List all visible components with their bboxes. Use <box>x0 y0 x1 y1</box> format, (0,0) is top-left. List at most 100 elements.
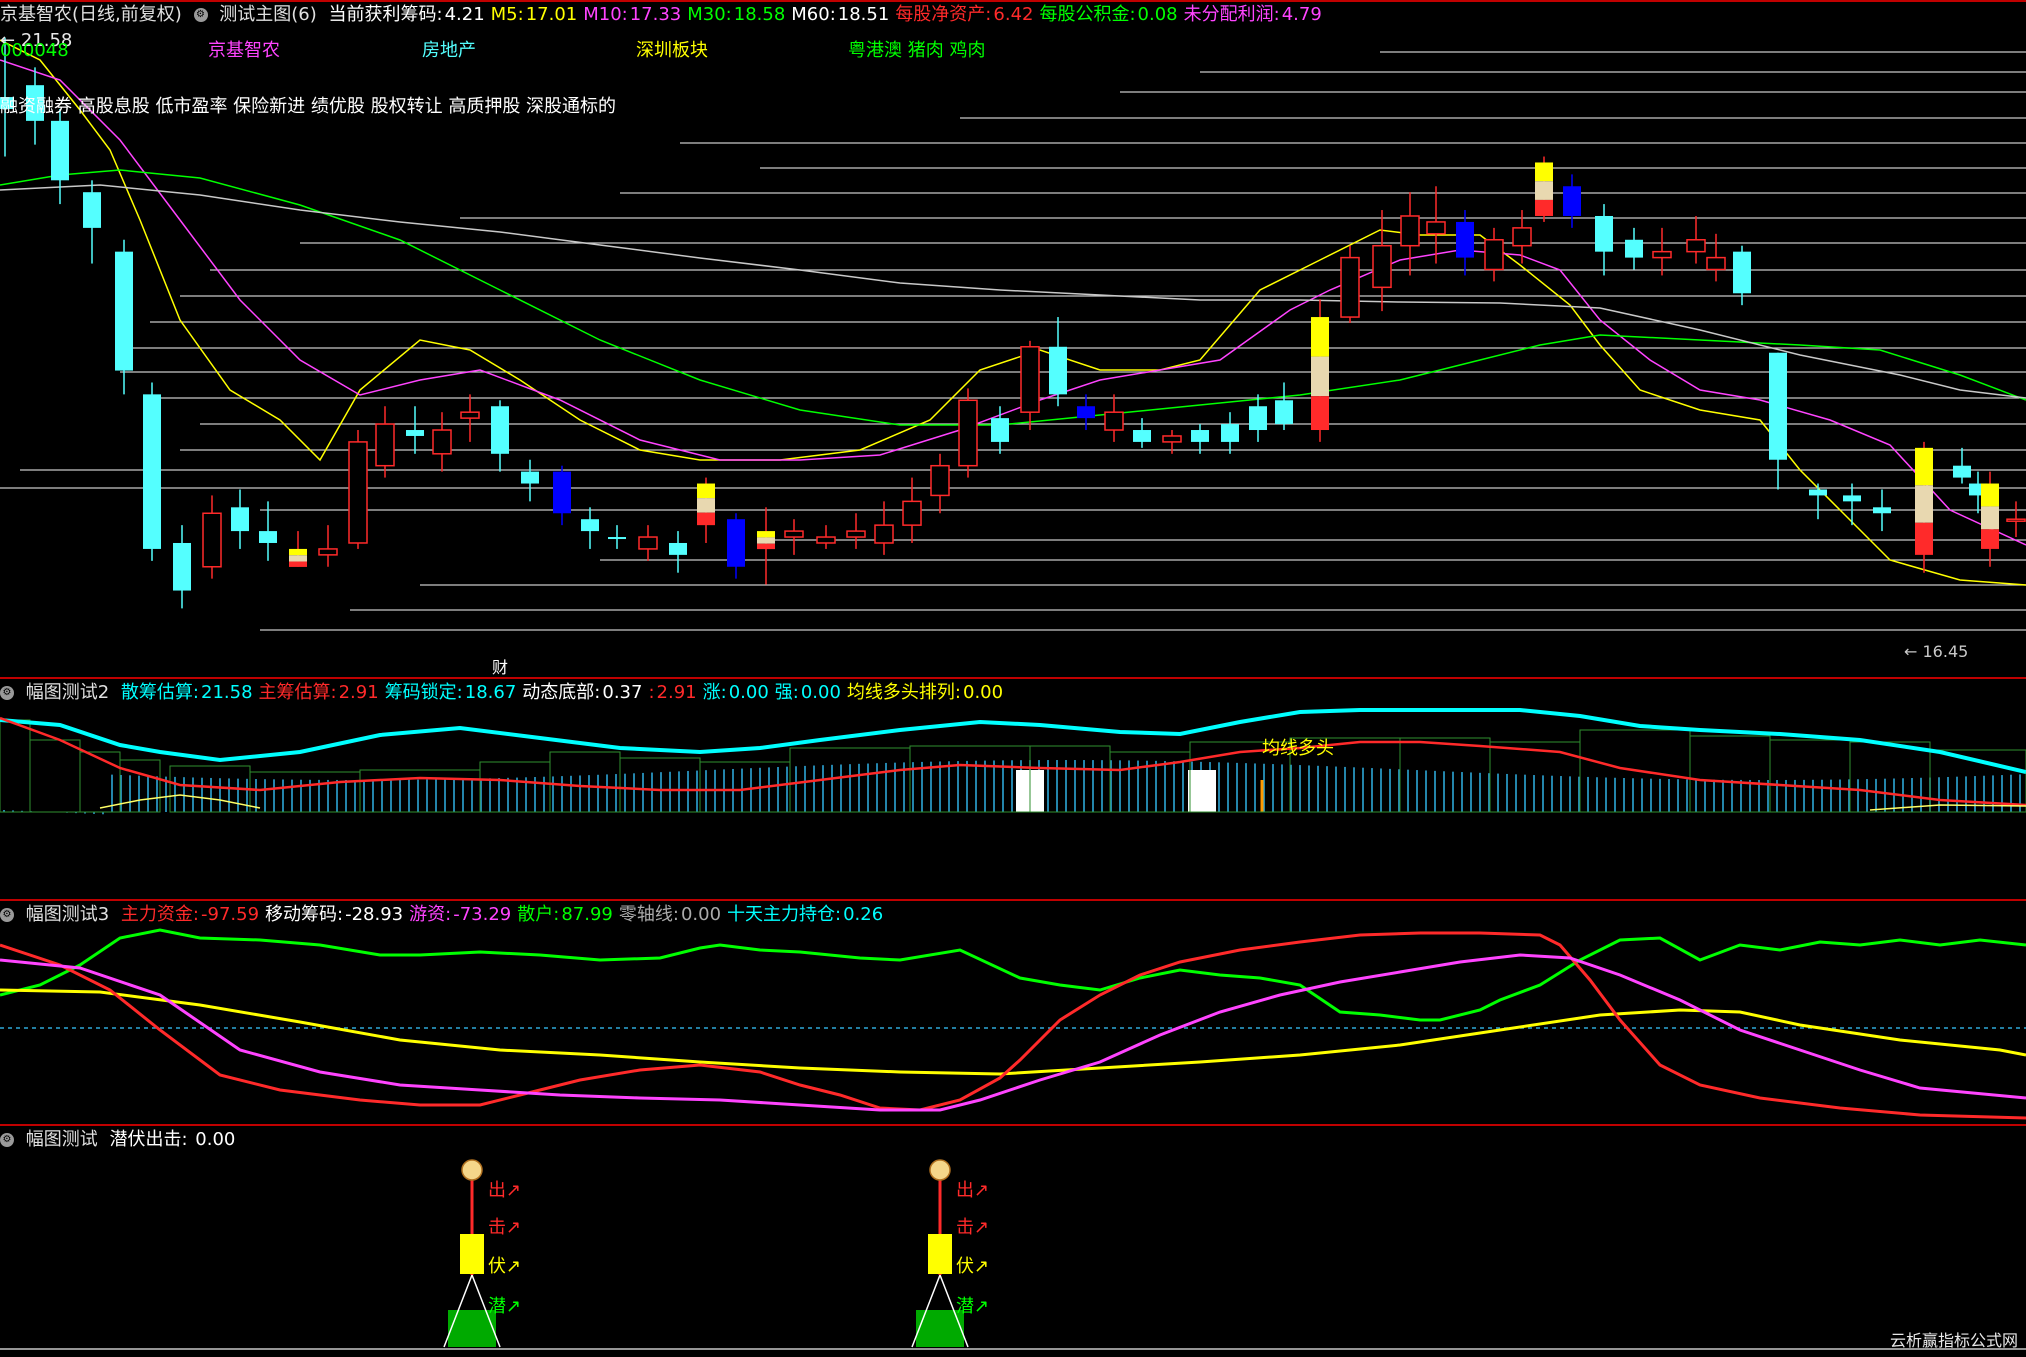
signal-word: 出↗ <box>488 1180 521 1201</box>
candle-body-down <box>173 542 191 591</box>
candle-body-up <box>638 536 658 550</box>
financial-report-marker[interactable]: 财 <box>492 657 508 679</box>
signal-word: 伏↗ <box>488 1256 521 1277</box>
candle-body-up <box>375 423 395 467</box>
panel2-name[interactable]: 幅图测试2 <box>26 682 109 703</box>
stock-title[interactable]: 京基智农(日线,前复权) <box>0 4 182 25</box>
candle-body-up <box>958 399 978 467</box>
candle-body-up <box>874 524 894 544</box>
candle-body-highlight <box>697 498 715 513</box>
candle-body-up <box>1652 250 1672 259</box>
panel3-name[interactable]: 幅图测试3 <box>26 904 109 925</box>
hot-money-line <box>0 953 2026 1112</box>
candle-body-down <box>521 471 539 484</box>
candle-body-down <box>1733 251 1751 294</box>
panel3-label-1: 移动筹码: <box>265 904 344 925</box>
candle-body-down <box>1191 430 1209 442</box>
candle-body-highlight <box>1981 483 1999 507</box>
panel3-label-5: 十天主力持仓: <box>727 904 842 925</box>
sector-concepts: 粤港澳 猪肉 鸡肉 <box>848 40 986 61</box>
main-field-value-5: 6.42 <box>993 4 1034 25</box>
panel3-value-4: 0.00 <box>680 904 722 925</box>
main-field-label-6: 每股公积金: <box>1039 4 1136 25</box>
candle-body-down <box>1456 221 1474 258</box>
settings-icon[interactable]: ⚙ <box>193 8 208 22</box>
sector-region: 深圳板块 <box>636 40 708 61</box>
main-field-label-4: M60: <box>791 4 836 25</box>
panel2-value-2: 18.67 <box>464 682 517 703</box>
candle-body-down <box>553 471 571 514</box>
candle-body-down <box>1809 489 1827 496</box>
sector-company: 京基智农 <box>208 40 280 61</box>
candle-body-highlight <box>757 531 775 538</box>
main-field-value-6: 0.08 <box>1137 4 1178 25</box>
chip-frame <box>29 739 81 813</box>
candlestick-series <box>0 37 2026 609</box>
ambush-signal-block <box>928 1234 952 1274</box>
candle-body-up <box>930 464 950 497</box>
panel2-label-2: 筹码锁定: <box>384 682 463 703</box>
chip-frame <box>1399 737 1491 813</box>
candle-body-down <box>991 418 1009 442</box>
signal-word: 潜↗ <box>956 1296 989 1317</box>
main-field-label-0: 当前获利筹码: <box>328 4 443 25</box>
candle-body-up <box>348 441 368 544</box>
candle-body-highlight <box>1311 396 1329 431</box>
panel2-value-5: 0.00 <box>728 682 769 703</box>
stock-chart-canvas[interactable]: 出↗ 击↗ 伏↗ 潜↗ 出↗ 击↗ 伏↗ 潜↗ <box>0 0 2026 1357</box>
candle-body-down <box>1221 424 1239 442</box>
panel4-field-value: 0.00 <box>195 1129 236 1150</box>
signal-word: 击↗ <box>488 1217 521 1238</box>
candle-body-down <box>115 251 133 371</box>
candle-body-highlight <box>1981 529 1999 549</box>
panel3-settings-icon[interactable]: ⚙ <box>0 908 14 922</box>
candle-body-highlight <box>1915 485 1933 523</box>
candle-body-down <box>51 120 69 181</box>
candle-body-up <box>1400 215 1420 247</box>
panel2-value-6: 0.00 <box>800 682 841 703</box>
panel2-label-0: 散筹估算: <box>120 682 199 703</box>
candle-body-up <box>1104 411 1124 431</box>
candle-body-up <box>1372 244 1392 289</box>
candle-body-up <box>432 429 452 455</box>
panel3-header: ⚙ 幅图测试3 主力资金: -97.59 移动筹码: -28.93 游资: -73.29 散… <box>0 902 895 928</box>
main-indicator-name[interactable]: 测试主图(6) <box>219 4 317 25</box>
panel2-value-3: 0.37 <box>602 682 643 703</box>
candle-body-up <box>460 411 480 419</box>
chip-frame <box>1769 739 1851 813</box>
panel2-value-7: 0.00 <box>963 682 1004 703</box>
candle-body-highlight <box>757 543 775 550</box>
candle-body-down <box>1049 346 1067 395</box>
candle-body-down <box>1595 215 1613 252</box>
upper-chip-line <box>0 708 2026 774</box>
main-field-value-4: 18.51 <box>837 4 890 25</box>
candle-body-down <box>669 542 687 555</box>
low-chip-line <box>99 794 261 809</box>
panel2-values: 散筹估算: 21.58 主筹估算: 2.91 筹码锁定: 18.67 动态底部: 0.37:2… <box>121 682 1009 703</box>
candle-body-up <box>1020 346 1040 413</box>
candle-body-up <box>1162 435 1182 443</box>
candle-body-down <box>259 531 277 543</box>
candle-body-up <box>2006 518 2026 522</box>
candle-body-up <box>1340 256 1360 318</box>
main-field-value-7: 4.79 <box>1281 4 1322 25</box>
candle-body-highlight <box>289 548 307 556</box>
candle-body-down <box>1133 430 1151 442</box>
panel2-settings-icon[interactable]: ⚙ <box>0 686 14 700</box>
main-indicator-values: 当前获利筹码: 4.21 M5: 17.01 M10: 17.33 M30: 18.58 M60… <box>328 4 1327 25</box>
chip-frame <box>1689 735 1771 813</box>
candle-body-up <box>784 530 804 538</box>
panel4-name[interactable]: 幅图测试 <box>26 1129 98 1150</box>
candle-body-down <box>608 537 626 540</box>
retail-line <box>0 928 2026 1022</box>
candle-body-down <box>1077 406 1095 419</box>
chip-frame <box>1109 751 1191 813</box>
candle-body-highlight <box>1915 447 1933 486</box>
panel4-settings-icon[interactable]: ⚙ <box>0 1133 14 1147</box>
candle-body-down <box>1843 495 1861 502</box>
money-bag-icon <box>461 1159 483 1181</box>
panel3-fund-flow-chart <box>0 928 2026 1120</box>
panel3-value-2: -73.29 <box>453 904 512 925</box>
panel2-value-4: 2.91 <box>656 682 697 703</box>
main-field-value-2: 17.33 <box>629 4 682 25</box>
